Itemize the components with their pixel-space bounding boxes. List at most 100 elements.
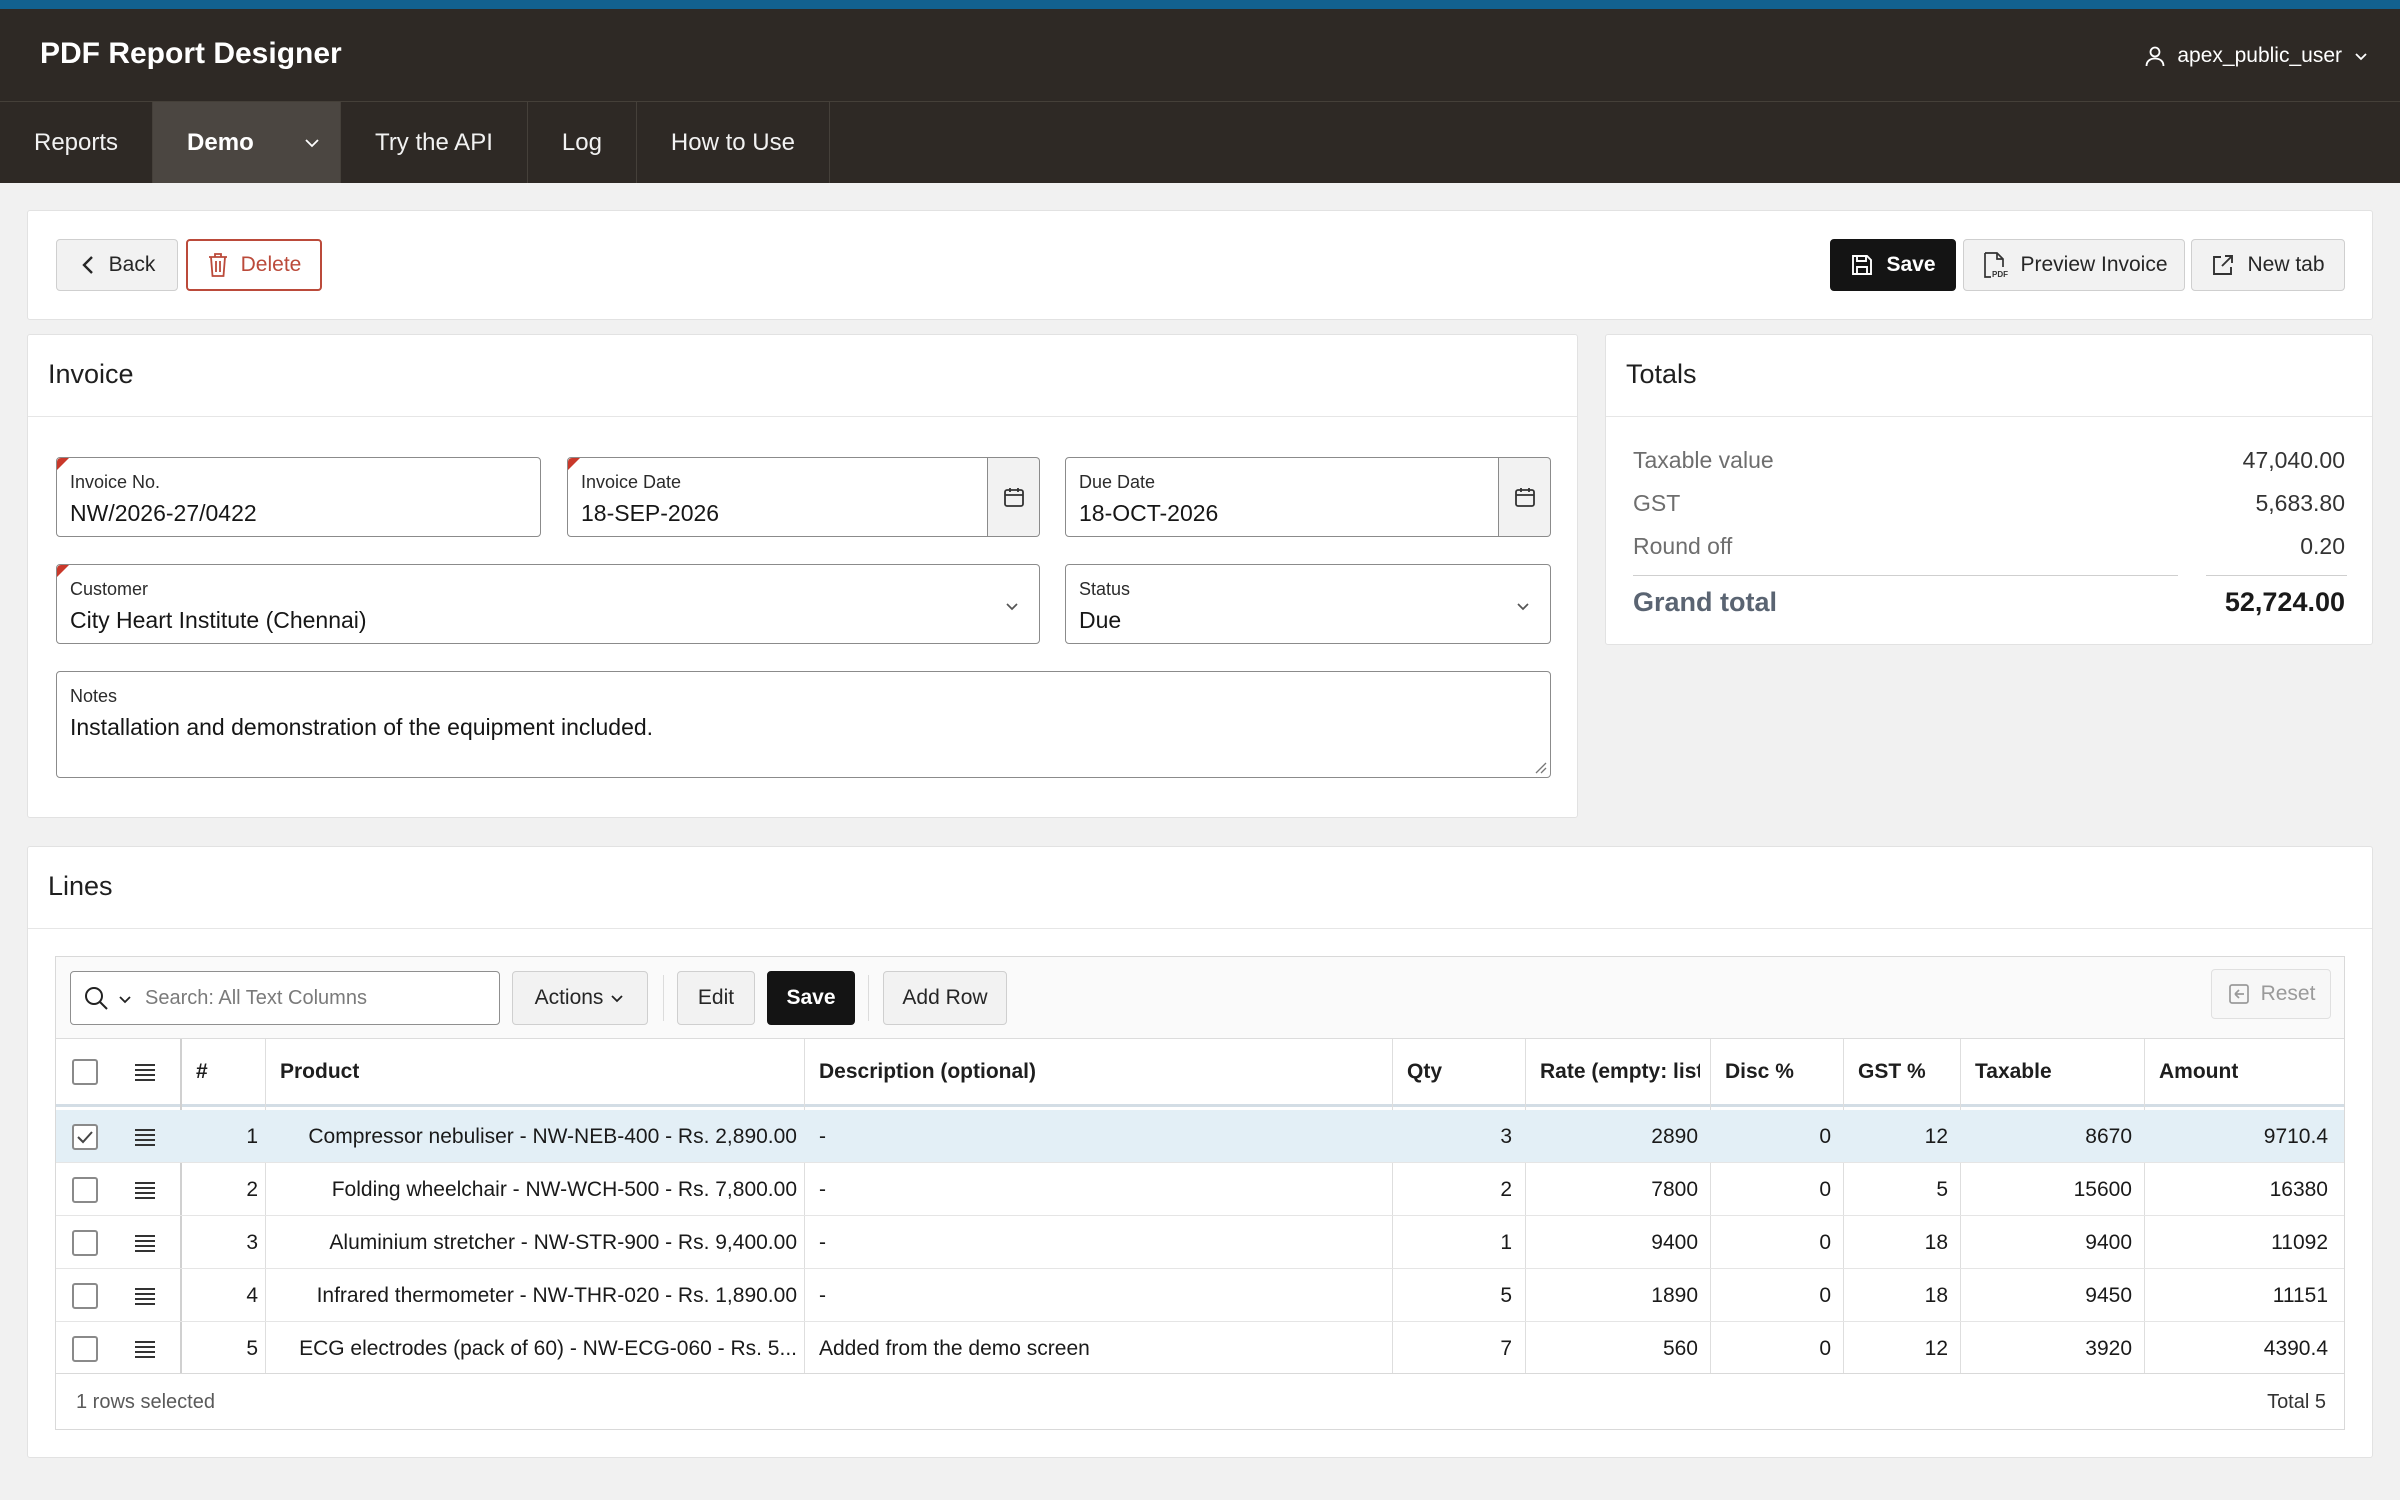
cell-taxable[interactable]: 9400: [1975, 1216, 2132, 1269]
row-select-cell[interactable]: [72, 1163, 98, 1216]
row-actions-cell[interactable]: [134, 1269, 156, 1322]
edit-button[interactable]: Edit: [677, 971, 755, 1025]
cell-disc[interactable]: 0: [1725, 1216, 1831, 1269]
nav-how-to-use[interactable]: How to Use: [637, 102, 830, 183]
hamburger-icon[interactable]: [134, 1127, 156, 1147]
row-checkbox[interactable]: [72, 1229, 98, 1256]
row-checkbox[interactable]: [72, 1282, 98, 1309]
save-button[interactable]: Save: [1830, 239, 1956, 291]
grid-search[interactable]: Search: All Text Columns: [70, 971, 500, 1025]
cell-amount[interactable]: 11151: [2159, 1269, 2328, 1322]
cell-disc[interactable]: 0: [1725, 1269, 1831, 1322]
hamburger-icon[interactable]: [134, 1286, 156, 1306]
cell-description[interactable]: -: [819, 1269, 1385, 1322]
customer-select[interactable]: Customer City Heart Institute (Chennai): [56, 564, 1040, 644]
user-menu[interactable]: apex_public_user: [2143, 41, 2370, 71]
table-row[interactable]: 3 Aluminium stretcher - NW-STR-900 - Rs. …: [56, 1216, 2344, 1269]
cell-number[interactable]: 5: [196, 1322, 258, 1375]
invoice-no-field[interactable]: Invoice No. NW/2026-27/0422: [56, 457, 541, 537]
column-header-rate[interactable]: Rate (empty: list: [1540, 1039, 1700, 1104]
cell-rate[interactable]: 560: [1540, 1322, 1698, 1375]
row-actions-header[interactable]: [134, 1039, 156, 1104]
table-row[interactable]: 5 ECG electrodes (pack of 60) - NW-ECG-06…: [56, 1322, 2344, 1375]
hamburger-icon[interactable]: [134, 1062, 156, 1082]
row-checkbox[interactable]: [72, 1123, 98, 1150]
select-all-cell[interactable]: [72, 1039, 98, 1104]
cell-amount[interactable]: 16380: [2159, 1163, 2328, 1216]
row-checkbox[interactable]: [72, 1176, 98, 1203]
cell-taxable[interactable]: 9450: [1975, 1269, 2132, 1322]
column-header-description[interactable]: Description (optional): [819, 1039, 1036, 1104]
cell-taxable[interactable]: 3920: [1975, 1322, 2132, 1375]
cell-qty[interactable]: 1: [1407, 1216, 1512, 1269]
grid-save-button[interactable]: Save: [767, 971, 855, 1025]
nav-try-the-api[interactable]: Try the API: [341, 102, 528, 183]
status-select[interactable]: Status Due: [1065, 564, 1551, 644]
resize-handle-icon[interactable]: [1533, 760, 1547, 774]
add-row-button[interactable]: Add Row: [883, 971, 1007, 1025]
cell-rate[interactable]: 2890: [1540, 1110, 1698, 1163]
nav-log[interactable]: Log: [528, 102, 637, 183]
column-header-amount[interactable]: Amount: [2159, 1039, 2238, 1104]
row-select-cell[interactable]: [72, 1216, 98, 1269]
cell-description[interactable]: -: [819, 1110, 1385, 1163]
table-row[interactable]: 1 Compressor nebuliser - NW-NEB-400 - Rs.…: [56, 1110, 2344, 1163]
row-actions-cell[interactable]: [134, 1110, 156, 1163]
cell-product[interactable]: Infrared thermometer - NW-THR-020 - Rs. …: [280, 1269, 797, 1322]
due-date-calendar-button[interactable]: [1499, 457, 1551, 537]
column-header-gst[interactable]: GST %: [1858, 1039, 1926, 1104]
app-title[interactable]: PDF Report Designer: [40, 37, 342, 71]
row-actions-cell[interactable]: [134, 1216, 156, 1269]
table-row[interactable]: 4 Infrared thermometer - NW-THR-020 - Rs.…: [56, 1269, 2344, 1322]
cell-number[interactable]: 1: [196, 1110, 258, 1163]
column-header-product[interactable]: Product: [280, 1039, 359, 1104]
cell-rate[interactable]: 9400: [1540, 1216, 1698, 1269]
back-button[interactable]: Back: [56, 239, 178, 291]
cell-description[interactable]: -: [819, 1163, 1385, 1216]
cell-product[interactable]: ECG electrodes (pack of 60) - NW-ECG-060…: [280, 1322, 797, 1375]
cell-disc[interactable]: 0: [1725, 1110, 1831, 1163]
cell-description[interactable]: -: [819, 1216, 1385, 1269]
cell-gst[interactable]: 18: [1858, 1216, 1948, 1269]
cell-qty[interactable]: 3: [1407, 1110, 1512, 1163]
cell-description[interactable]: Added from the demo screen: [819, 1322, 1385, 1375]
row-checkbox[interactable]: [72, 1335, 98, 1362]
row-actions-cell[interactable]: [134, 1163, 156, 1216]
cell-qty[interactable]: 7: [1407, 1322, 1512, 1375]
hamburger-icon[interactable]: [134, 1233, 156, 1253]
row-select-cell[interactable]: [72, 1269, 98, 1322]
cell-gst[interactable]: 5: [1858, 1163, 1948, 1216]
row-select-cell[interactable]: [72, 1110, 98, 1163]
nav-reports[interactable]: Reports: [0, 102, 154, 183]
hamburger-icon[interactable]: [134, 1339, 156, 1359]
delete-button[interactable]: Delete: [186, 239, 322, 291]
cell-number[interactable]: 2: [196, 1163, 258, 1216]
reset-button[interactable]: Reset: [2211, 969, 2331, 1019]
invoice-date-field[interactable]: Invoice Date 18-SEP-2026: [567, 457, 988, 537]
cell-gst[interactable]: 18: [1858, 1269, 1948, 1322]
cell-amount[interactable]: 9710.4: [2159, 1110, 2328, 1163]
cell-number[interactable]: 4: [196, 1269, 258, 1322]
cell-qty[interactable]: 2: [1407, 1163, 1512, 1216]
cell-disc[interactable]: 0: [1725, 1163, 1831, 1216]
new-tab-button[interactable]: New tab: [2191, 239, 2345, 291]
cell-product[interactable]: Aluminium stretcher - NW-STR-900 - Rs. 9…: [280, 1216, 797, 1269]
column-header-taxable[interactable]: Taxable: [1975, 1039, 2052, 1104]
cell-disc[interactable]: 0: [1725, 1322, 1831, 1375]
row-actions-cell[interactable]: [134, 1322, 156, 1375]
cell-product[interactable]: Folding wheelchair - NW-WCH-500 - Rs. 7,…: [280, 1163, 797, 1216]
chevron-down-icon[interactable]: [117, 991, 133, 1007]
cell-rate[interactable]: 7800: [1540, 1163, 1698, 1216]
row-select-cell[interactable]: [72, 1322, 98, 1375]
cell-number[interactable]: 3: [196, 1216, 258, 1269]
preview-invoice-button[interactable]: PDF Preview Invoice: [1963, 239, 2185, 291]
actions-menu-button[interactable]: Actions: [512, 971, 648, 1025]
cell-amount[interactable]: 4390.4: [2159, 1322, 2328, 1375]
notes-textarea[interactable]: Notes Installation and demonstration of …: [56, 671, 1551, 778]
hamburger-icon[interactable]: [134, 1180, 156, 1200]
cell-qty[interactable]: 5: [1407, 1269, 1512, 1322]
table-row[interactable]: 2 Folding wheelchair - NW-WCH-500 - Rs. 7…: [56, 1163, 2344, 1216]
nav-demo[interactable]: Demo: [153, 102, 342, 183]
due-date-field[interactable]: Due Date 18-OCT-2026: [1065, 457, 1499, 537]
cell-amount[interactable]: 11092: [2159, 1216, 2328, 1269]
